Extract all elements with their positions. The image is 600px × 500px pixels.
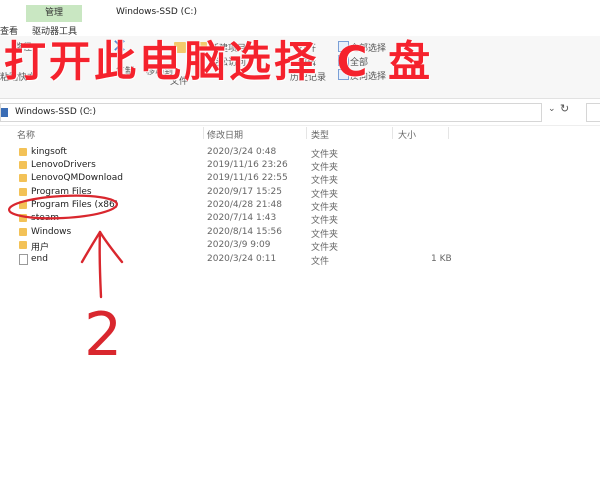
drive-icon xyxy=(1,108,8,117)
window-title: Windows-SSD (C:) xyxy=(116,7,197,17)
overlay-caption: 打开此电脑选择 C 盘 xyxy=(4,37,434,86)
address-bar: Windows-SSD (C:) › ⌄ ↻ xyxy=(0,99,600,126)
file-date: 2020/9/17 15:25 xyxy=(207,187,282,197)
file-icon xyxy=(19,254,28,265)
column-header-size[interactable]: 大小 xyxy=(398,128,416,141)
file-date: 2020/3/9 9:09 xyxy=(207,240,271,250)
file-date: 2020/3/24 0:11 xyxy=(207,254,277,264)
file-date: 2019/11/16 23:26 xyxy=(207,160,288,170)
list-item[interactable]: Program Files (x86) 2020/4/28 21:48 文件夹 xyxy=(0,199,600,213)
file-name[interactable]: end xyxy=(31,254,48,264)
file-date: 2020/7/14 1:43 xyxy=(207,213,277,223)
file-name[interactable]: LenovoDrivers xyxy=(31,160,96,170)
folder-icon xyxy=(19,188,27,196)
search-box[interactable] xyxy=(586,103,600,122)
file-name[interactable]: Program Files (x86) xyxy=(31,200,118,210)
file-date: 2020/4/28 21:48 xyxy=(207,200,282,210)
tab-manage[interactable]: 管理 xyxy=(26,5,82,22)
column-header-type[interactable]: 类型 xyxy=(311,128,329,141)
list-item[interactable]: LenovoQMDownload 2019/11/16 22:55 文件夹 xyxy=(0,172,600,186)
folder-icon xyxy=(19,201,27,209)
list-item[interactable]: LenovoDrivers 2019/11/16 23:26 文件夹 xyxy=(0,159,600,173)
column-divider[interactable] xyxy=(306,127,307,139)
file-name[interactable]: steam xyxy=(31,213,59,223)
folder-icon xyxy=(19,148,27,156)
folder-icon xyxy=(19,228,27,236)
list-item[interactable]: 用户 2020/3/9 9:09 文件夹 xyxy=(0,239,600,253)
list-item[interactable]: kingsoft 2020/3/24 0:48 文件夹 xyxy=(0,146,600,160)
address-path[interactable]: Windows-SSD (C:) xyxy=(15,107,96,117)
column-divider[interactable] xyxy=(392,127,393,139)
address-dropdown-icon[interactable]: ⌄ xyxy=(548,104,556,114)
step-number: 2 xyxy=(84,300,123,370)
file-size: 1 KB xyxy=(431,254,452,264)
file-name[interactable]: Windows xyxy=(31,227,71,237)
file-type: 文件夹 xyxy=(311,176,339,186)
file-type: 文件夹 xyxy=(311,216,339,226)
refresh-icon[interactable]: ↻ xyxy=(560,102,569,115)
file-name[interactable]: LenovoQMDownload xyxy=(31,173,123,183)
file-name[interactable]: 用户 xyxy=(31,240,49,253)
breadcrumb-chevron-icon[interactable]: › xyxy=(87,106,91,116)
folder-icon xyxy=(19,174,27,182)
list-item[interactable]: end 2020/3/24 0:11 文件 1 KB xyxy=(0,253,600,267)
file-date: 2020/8/14 15:56 xyxy=(207,227,282,237)
file-type: 文件 xyxy=(311,257,330,267)
file-name[interactable]: Program Files xyxy=(31,187,92,197)
column-divider[interactable] xyxy=(448,127,449,139)
file-type: 文件夹 xyxy=(311,243,339,253)
title-bar: 管理 Windows-SSD (C:) xyxy=(0,0,600,22)
column-header-modified[interactable]: 修改日期 xyxy=(207,128,243,141)
file-date: 2020/3/24 0:48 xyxy=(207,147,277,157)
folder-icon xyxy=(19,214,27,222)
file-date: 2019/11/16 22:55 xyxy=(207,173,288,183)
folder-icon xyxy=(19,241,27,249)
list-item[interactable]: Windows 2020/8/14 15:56 文件夹 xyxy=(0,226,600,240)
column-header-name[interactable]: 名称 xyxy=(17,128,35,141)
file-name[interactable]: kingsoft xyxy=(31,147,67,157)
list-item[interactable]: Program Files 2020/9/17 15:25 文件夹 xyxy=(0,186,600,200)
column-divider[interactable] xyxy=(203,127,204,139)
address-input[interactable]: Windows-SSD (C:) › xyxy=(0,103,542,122)
folder-icon xyxy=(19,161,27,169)
list-item[interactable]: steam 2020/7/14 1:43 文件夹 xyxy=(0,212,600,226)
